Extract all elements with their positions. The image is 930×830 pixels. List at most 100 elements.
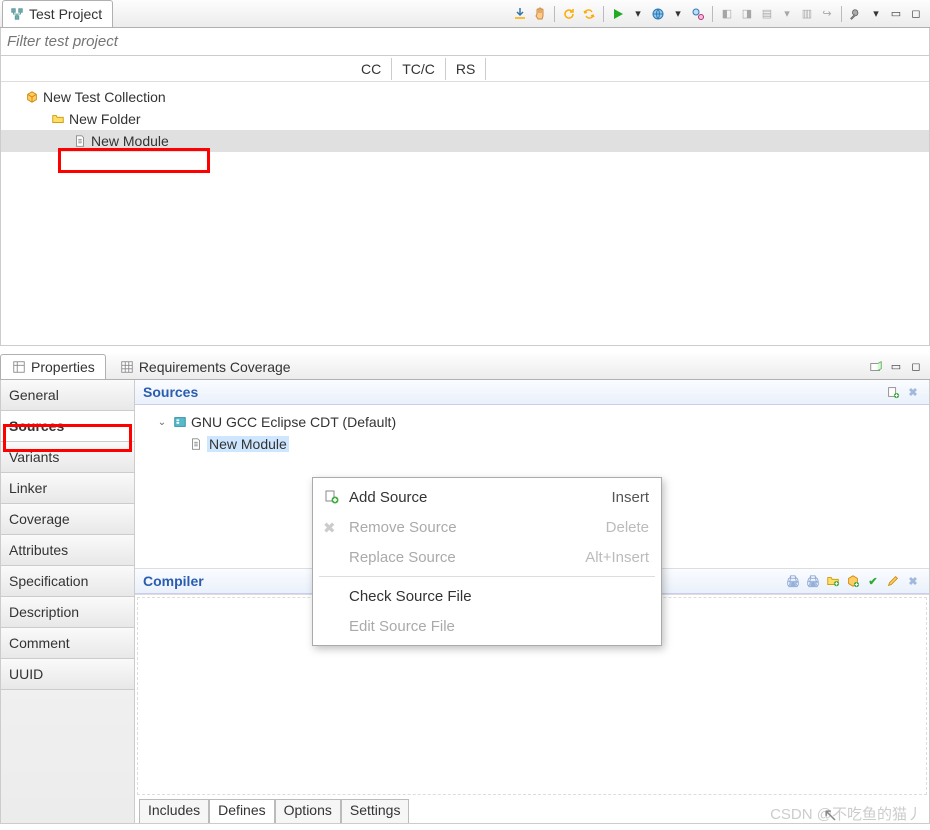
cube1-icon[interactable]: ◧ <box>719 6 735 22</box>
filter-input[interactable] <box>1 28 929 55</box>
module-icon <box>189 437 203 451</box>
properties-icon <box>11 359 27 375</box>
dropdown-icon[interactable]: ▾ <box>630 6 646 22</box>
properties-sidebar: General Sources Variants Linker Coverage… <box>1 380 135 823</box>
doc-icon[interactable]: ▤ <box>759 6 775 22</box>
sidebar-item-specification[interactable]: Specification <box>1 566 134 597</box>
sidebar-label: Variants <box>9 449 59 465</box>
lower-tab-row: Properties Requirements Coverage ▭ ◻ <box>0 354 930 380</box>
download-icon[interactable] <box>512 6 528 22</box>
sidebar-item-linker[interactable]: Linker <box>1 473 134 504</box>
sidebar-item-uuid[interactable]: UUID <box>1 659 134 690</box>
menu-label: Check Source File <box>349 588 472 605</box>
sidebar-item-sources[interactable]: Sources <box>1 411 134 442</box>
dropdown-icon[interactable]: ▾ <box>779 6 795 22</box>
page-icon[interactable]: ▥ <box>799 6 815 22</box>
sidebar-item-general[interactable]: General <box>1 380 134 411</box>
sidebar-label: Comment <box>9 635 70 651</box>
sidebar-label: Description <box>9 604 79 620</box>
print-icon[interactable]: 🖨 <box>785 573 801 589</box>
menu-label: Add Source <box>349 489 427 506</box>
tree-icon <box>9 6 25 22</box>
maximize-icon[interactable]: ◻ <box>908 6 924 22</box>
bt-settings[interactable]: Settings <box>341 799 410 823</box>
col-cc[interactable]: CC <box>351 58 392 80</box>
cube2-icon[interactable]: ◨ <box>739 6 755 22</box>
menu-add-source[interactable]: Add Source Insert <box>313 482 661 512</box>
bt-options[interactable]: Options <box>275 799 341 823</box>
section-title: Sources <box>143 384 198 400</box>
remove-icon: ✖ <box>323 519 339 535</box>
sidebar-item-variants[interactable]: Variants <box>1 442 134 473</box>
gears-icon[interactable] <box>690 6 706 22</box>
menu-label: Replace Source <box>349 549 456 566</box>
project-tree-panel: CC TC/C RS New Test Collection New Folde… <box>0 56 930 346</box>
dropdown-icon[interactable]: ▾ <box>868 6 884 22</box>
sidebar-label: Sources <box>9 418 64 434</box>
col-rs[interactable]: RS <box>446 58 486 80</box>
sources-compiler-row[interactable]: ⌄ GNU GCC Eclipse CDT (Default) <box>143 411 921 433</box>
sidebar-label: General <box>9 387 59 403</box>
bt-defines[interactable]: Defines <box>209 799 274 823</box>
maximize-icon[interactable]: ◻ <box>908 359 924 375</box>
delete-icon[interactable]: ✖ <box>905 573 921 589</box>
new-window-icon[interactable] <box>868 359 884 375</box>
filter-bar <box>0 28 930 56</box>
edit-icon[interactable] <box>885 573 901 589</box>
compiler-label: GNU GCC Eclipse CDT (Default) <box>191 414 396 430</box>
separator <box>712 6 713 22</box>
cube-add-icon[interactable] <box>845 573 861 589</box>
tab-label: Properties <box>31 359 95 375</box>
menu-shortcut: Alt+Insert <box>585 549 649 566</box>
tree-label: New Folder <box>69 111 141 127</box>
sources-header: Sources ✖ <box>135 380 929 405</box>
arrow-icon[interactable]: ↪ <box>819 6 835 22</box>
minimize-icon[interactable]: ▭ <box>888 359 904 375</box>
grid-icon <box>119 359 135 375</box>
tab-req-coverage[interactable]: Requirements Coverage <box>108 354 302 379</box>
view-tab-test-project[interactable]: Test Project <box>2 0 113 27</box>
menu-remove-source: ✖ Remove Source Delete <box>313 512 661 542</box>
tab-properties[interactable]: Properties <box>0 354 106 379</box>
expand-icon[interactable]: ⌄ <box>155 417 169 428</box>
tree-folder[interactable]: New Folder <box>1 108 929 130</box>
menu-shortcut: Delete <box>606 519 649 536</box>
sources-module-row[interactable]: New Module <box>143 433 921 455</box>
menu-separator <box>319 576 655 577</box>
col-tcc[interactable]: TC/C <box>392 58 446 80</box>
sidebar-item-attributes[interactable]: Attributes <box>1 535 134 566</box>
globe-icon[interactable] <box>650 6 666 22</box>
tree-label: New Module <box>91 133 169 149</box>
separator <box>841 6 842 22</box>
hand-icon[interactable] <box>532 6 548 22</box>
add-icon[interactable] <box>885 384 901 400</box>
tree-collection[interactable]: New Test Collection <box>1 86 929 108</box>
folder-add-icon[interactable] <box>825 573 841 589</box>
dropdown-icon[interactable]: ▾ <box>670 6 686 22</box>
tree-module[interactable]: New Module <box>1 130 929 152</box>
wrench-icon[interactable] <box>848 6 864 22</box>
minimize-icon[interactable]: ▭ <box>888 6 904 22</box>
sidebar-label: Coverage <box>9 511 70 527</box>
sidebar-label: UUID <box>9 666 43 682</box>
print2-icon[interactable]: 🖨 <box>805 573 821 589</box>
sync-icon[interactable] <box>581 6 597 22</box>
add-icon <box>323 489 339 505</box>
sidebar-item-description[interactable]: Description <box>1 597 134 628</box>
sidebar-item-coverage[interactable]: Coverage <box>1 504 134 535</box>
remove-icon[interactable]: ✖ <box>905 384 921 400</box>
menu-check-source[interactable]: Check Source File <box>313 581 661 611</box>
tab-label: Requirements Coverage <box>139 359 291 375</box>
compiler-bottom-tabs: Includes Defines Options Settings <box>139 799 409 823</box>
separator <box>554 6 555 22</box>
sidebar-label: Specification <box>9 573 88 589</box>
module-icon <box>73 134 87 148</box>
context-menu: Add Source Insert ✖ Remove Source Delete… <box>312 477 662 646</box>
tree-label: New Test Collection <box>43 89 166 105</box>
bt-includes[interactable]: Includes <box>139 799 209 823</box>
refresh-icon[interactable] <box>561 6 577 22</box>
check-icon[interactable]: ✔ <box>865 573 881 589</box>
play-icon[interactable] <box>610 6 626 22</box>
menu-label: Remove Source <box>349 519 457 536</box>
sidebar-item-comment[interactable]: Comment <box>1 628 134 659</box>
